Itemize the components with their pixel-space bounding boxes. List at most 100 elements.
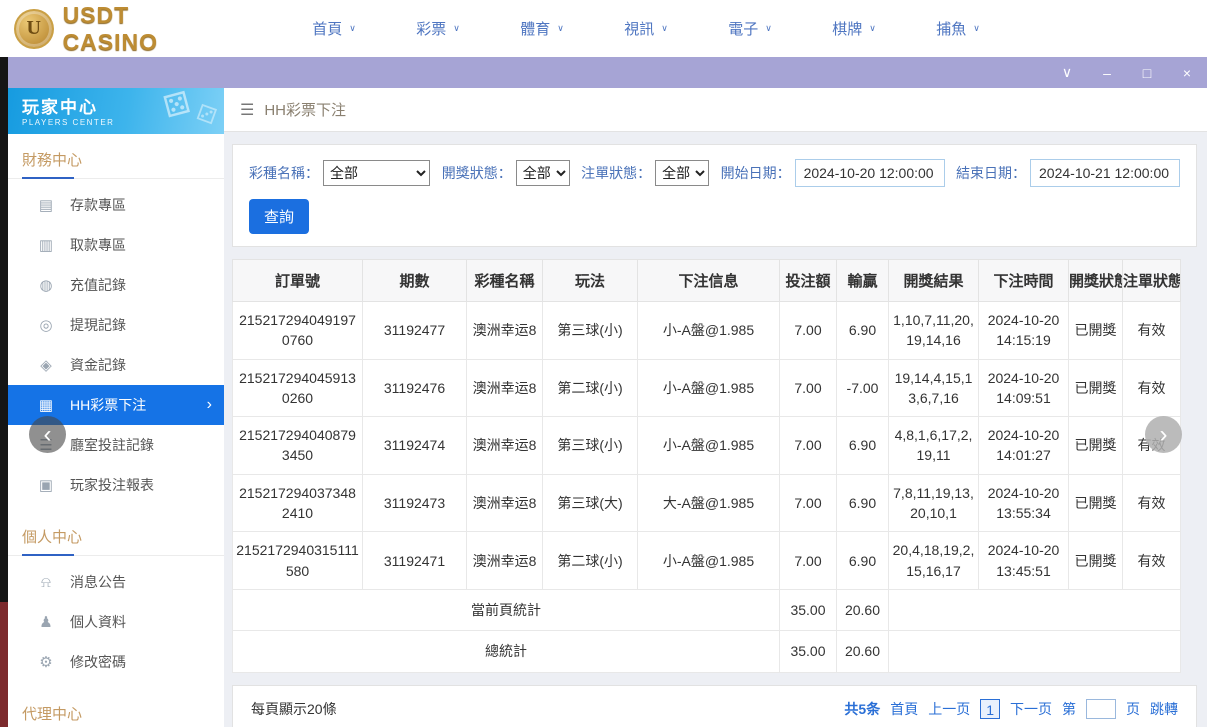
- col-winloss: 輸贏: [837, 260, 889, 302]
- cell-bet-info: 小-A盤@1.985: [638, 359, 780, 417]
- summary-winloss: 20.60: [837, 631, 889, 672]
- cell-lottery: 澳洲幸运8: [467, 302, 543, 360]
- sidebar-item-player-bet-report[interactable]: ▣玩家投注報表: [8, 465, 224, 505]
- window-body: 玩家中心 PLAYERS CENTER ⚄ ⚂ 財務中心 ▤存款專區 ▥取款專區…: [8, 88, 1207, 727]
- nav-item-home[interactable]: 首頁∨: [282, 18, 386, 39]
- site-logo[interactable]: U USDT CASINO: [14, 2, 230, 56]
- nav-item-slots[interactable]: 電子∨: [698, 18, 802, 39]
- hamburger-menu-icon[interactable]: ☰: [240, 100, 254, 120]
- cell-play: 第三球(小): [543, 417, 638, 475]
- pagination: 共5条 首頁 上一页 1 下一页 第 页 跳轉: [844, 699, 1178, 719]
- sidebar-item-recharge-records[interactable]: ◍充值記錄: [8, 265, 224, 305]
- bets-table: 訂單號 期數 彩種名稱 玩法 下注信息 投注額 輸贏 開獎結果 下注時間 開獎狀…: [232, 259, 1181, 673]
- gear-icon: ⚙: [38, 653, 54, 671]
- col-draw-result: 開獎結果: [889, 260, 979, 302]
- nav-item-sports[interactable]: 體育∨: [490, 18, 594, 39]
- cell-bet-info: 小-A盤@1.985: [638, 302, 780, 360]
- nav-label: 首頁: [312, 18, 342, 39]
- cell-order-no: 2152172940315111580: [233, 532, 363, 590]
- sidebar-item-withdrawal[interactable]: ▥取款專區: [8, 225, 224, 265]
- col-draw-status: 開獎狀態: [1069, 260, 1123, 302]
- col-period: 期數: [363, 260, 467, 302]
- summary-label: 當前頁統計: [233, 589, 780, 630]
- cell-period: 31192473: [363, 474, 467, 532]
- withdrawal-icon: ▥: [38, 236, 54, 254]
- close-icon[interactable]: ×: [1179, 65, 1195, 81]
- jump-prefix-label: 第: [1062, 699, 1076, 719]
- order-status-select[interactable]: 全部: [655, 160, 709, 186]
- sidebar-item-announcements[interactable]: ⍾ 消息公告: [8, 562, 224, 602]
- first-page-link[interactable]: 首頁: [890, 699, 918, 719]
- lottery-bet-icon: ▦: [38, 396, 54, 414]
- sidebar-item-funds-records[interactable]: ◈資金記錄: [8, 345, 224, 385]
- end-date-input[interactable]: [1030, 159, 1180, 187]
- sidebar-item-label: 提現記錄: [70, 315, 126, 335]
- filter-panel: 彩種名稱： 全部 開獎狀態： 全部 注單狀態： 全部 開始日期： 結束日期： 查…: [232, 144, 1197, 247]
- collapse-icon[interactable]: ∨: [1059, 64, 1075, 81]
- nav-item-video[interactable]: 視訊∨: [594, 18, 698, 39]
- carousel-left-arrow[interactable]: ‹: [29, 416, 66, 453]
- carousel-right-arrow[interactable]: ›: [1145, 416, 1182, 453]
- summary-winloss: 20.60: [837, 589, 889, 630]
- announcement-bell-icon: ⍾: [38, 574, 54, 591]
- sidebar-item-deposit[interactable]: ▤ 存款專區: [8, 185, 224, 225]
- cell-bet-amount: 7.00: [780, 532, 837, 590]
- players-center-title: 玩家中心: [22, 93, 224, 118]
- cell-lottery: 澳洲幸运8: [467, 474, 543, 532]
- nav-item-boardgames[interactable]: 棋牌∨: [802, 18, 906, 39]
- per-page-info: 每頁顯示20條: [251, 699, 337, 719]
- deposit-icon: ▤: [38, 196, 54, 214]
- search-button[interactable]: 查詢: [249, 199, 309, 234]
- chevron-down-icon: ∨: [973, 23, 980, 34]
- nav-label: 電子: [728, 18, 758, 39]
- current-page-badge[interactable]: 1: [980, 699, 1000, 719]
- sidebar-item-label: 修改密碼: [70, 652, 126, 672]
- next-page-link[interactable]: 下一页: [1010, 699, 1052, 719]
- minimize-icon[interactable]: –: [1099, 65, 1115, 81]
- col-order-status: 注單狀態: [1123, 260, 1181, 302]
- prev-page-link[interactable]: 上一页: [928, 699, 970, 719]
- maximize-icon[interactable]: □: [1139, 65, 1155, 81]
- cell-lottery: 澳洲幸运8: [467, 532, 543, 590]
- sidebar-item-withdraw-records[interactable]: ◎提現記錄: [8, 305, 224, 345]
- summary-empty: [889, 631, 1181, 672]
- summary-bet-amount: 35.00: [780, 631, 837, 672]
- page-jump-input[interactable]: [1086, 699, 1116, 719]
- cell-bet-amount: 7.00: [780, 417, 837, 475]
- sidebar-item-change-password[interactable]: ⚙ 修改密碼: [8, 642, 224, 682]
- start-date-input[interactable]: [795, 159, 945, 187]
- col-bet-time: 下注時間: [979, 260, 1069, 302]
- cell-lottery: 澳洲幸运8: [467, 417, 543, 475]
- table-row: 2152172940491970760 31192477 澳洲幸运8 第三球(小…: [233, 302, 1181, 360]
- cell-bet-time: 2024-10-20 14:15:19: [979, 302, 1069, 360]
- nav-item-fishing[interactable]: 捕魚∨: [906, 18, 1010, 39]
- lottery-name-select[interactable]: 全部: [323, 160, 430, 186]
- background-strip-red: [0, 602, 8, 727]
- section-heading-personal: 個人中心: [8, 511, 224, 556]
- jump-button[interactable]: 跳轉: [1150, 699, 1178, 719]
- chevron-right-icon: ›: [207, 396, 212, 414]
- funds-record-icon: ◈: [38, 356, 54, 374]
- chevron-down-icon: ∨: [661, 23, 668, 34]
- cell-draw-status: 已開獎: [1069, 474, 1123, 532]
- sidebar-item-label: 消息公告: [70, 572, 126, 592]
- cell-bet-time: 2024-10-20 13:55:34: [979, 474, 1069, 532]
- cell-bet-amount: 7.00: [780, 359, 837, 417]
- sidebar-item-label: 存款專區: [70, 195, 126, 215]
- cell-play: 第二球(小): [543, 532, 638, 590]
- cell-lottery: 澳洲幸运8: [467, 359, 543, 417]
- col-play: 玩法: [543, 260, 638, 302]
- cell-draw-status: 已開獎: [1069, 532, 1123, 590]
- draw-status-select[interactable]: 全部: [516, 160, 570, 186]
- nav-item-lottery[interactable]: 彩票∨: [386, 18, 490, 39]
- cell-bet-time: 2024-10-20 14:09:51: [979, 359, 1069, 417]
- window-controls: ∨ – □ ×: [1059, 57, 1195, 88]
- lottery-name-label: 彩種名稱：: [249, 163, 319, 183]
- sidebar-item-profile[interactable]: ♟個人資料: [8, 602, 224, 642]
- cell-winloss: 6.90: [837, 417, 889, 475]
- page-title: HH彩票下注: [264, 99, 346, 120]
- sidebar-item-label: 玩家投注報表: [70, 475, 154, 495]
- cell-order-status: 有效: [1123, 474, 1181, 532]
- sidebar-item-label: 充值記錄: [70, 275, 126, 295]
- cell-draw-status: 已開獎: [1069, 359, 1123, 417]
